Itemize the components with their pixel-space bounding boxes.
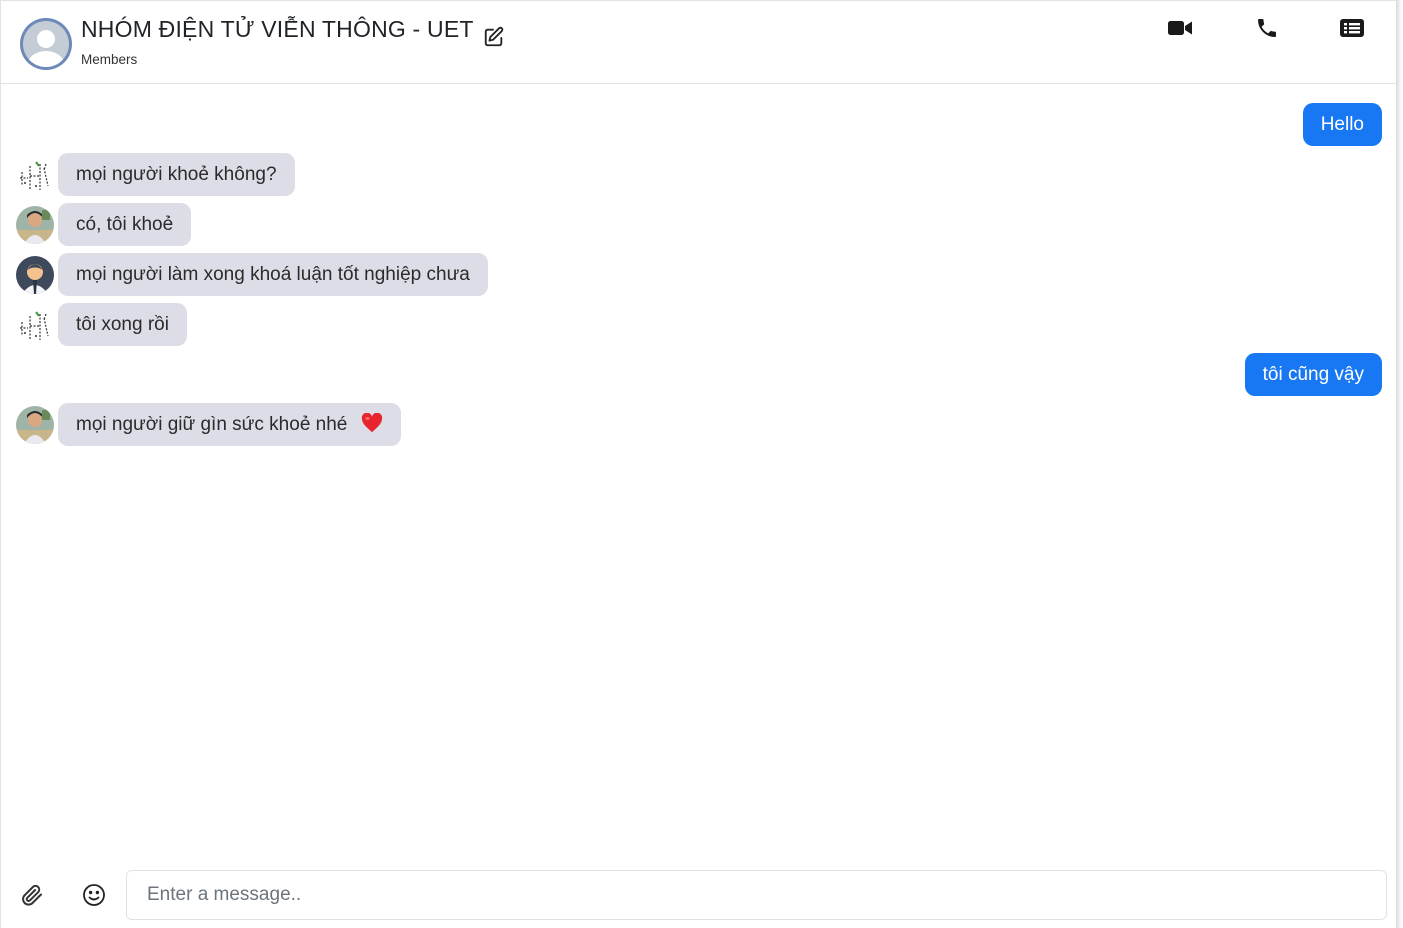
group-name: NHÓM ĐIỆN TỬ VIỄN THÔNG - UET <box>81 16 474 42</box>
avatar-sketch <box>16 156 54 194</box>
emoji-icon[interactable] <box>82 883 106 907</box>
phone-icon[interactable] <box>1254 16 1280 40</box>
message-bubble-incoming: mọi người khoẻ không? <box>58 153 295 196</box>
message-bubble-incoming: có, tôi khoẻ <box>58 203 192 246</box>
avatar-photo <box>16 206 54 244</box>
message-bubble-incoming: tôi xong rồi <box>58 303 187 346</box>
message-bubble-incoming: mọi người giữ gìn sức khoẻ nhé <box>58 403 401 446</box>
message-bubble-outgoing: tôi cũng vậy <box>1244 353 1382 396</box>
avatar-sketch <box>16 306 54 344</box>
video-call-icon[interactable] <box>1167 16 1193 40</box>
edit-icon[interactable] <box>483 26 505 48</box>
heart-icon <box>361 413 382 433</box>
message-composer <box>1 860 1396 928</box>
message-bubble-incoming: mọi người làm xong khoá luận tốt nghiệp … <box>58 253 488 296</box>
group-avatar-icon[interactable] <box>20 18 72 70</box>
window-edge-shadow <box>1396 0 1403 928</box>
message-bubble-outgoing: Hello <box>1302 103 1382 146</box>
avatar-photo <box>16 406 54 444</box>
members-link[interactable]: Members <box>81 52 137 67</box>
message-list[interactable]: Hello mọi người khoẻ không? có, tôi khoẻ… <box>1 84 1396 854</box>
message-text: mọi người giữ gìn sức khoẻ nhé <box>76 414 348 435</box>
chat-header: NHÓM ĐIỆN TỬ VIỄN THÔNG - UET Members <box>1 1 1396 84</box>
paperclip-icon[interactable] <box>20 883 44 907</box>
message-input[interactable] <box>126 870 1387 920</box>
avatar-default-person <box>16 256 54 294</box>
list-icon[interactable] <box>1339 16 1365 40</box>
